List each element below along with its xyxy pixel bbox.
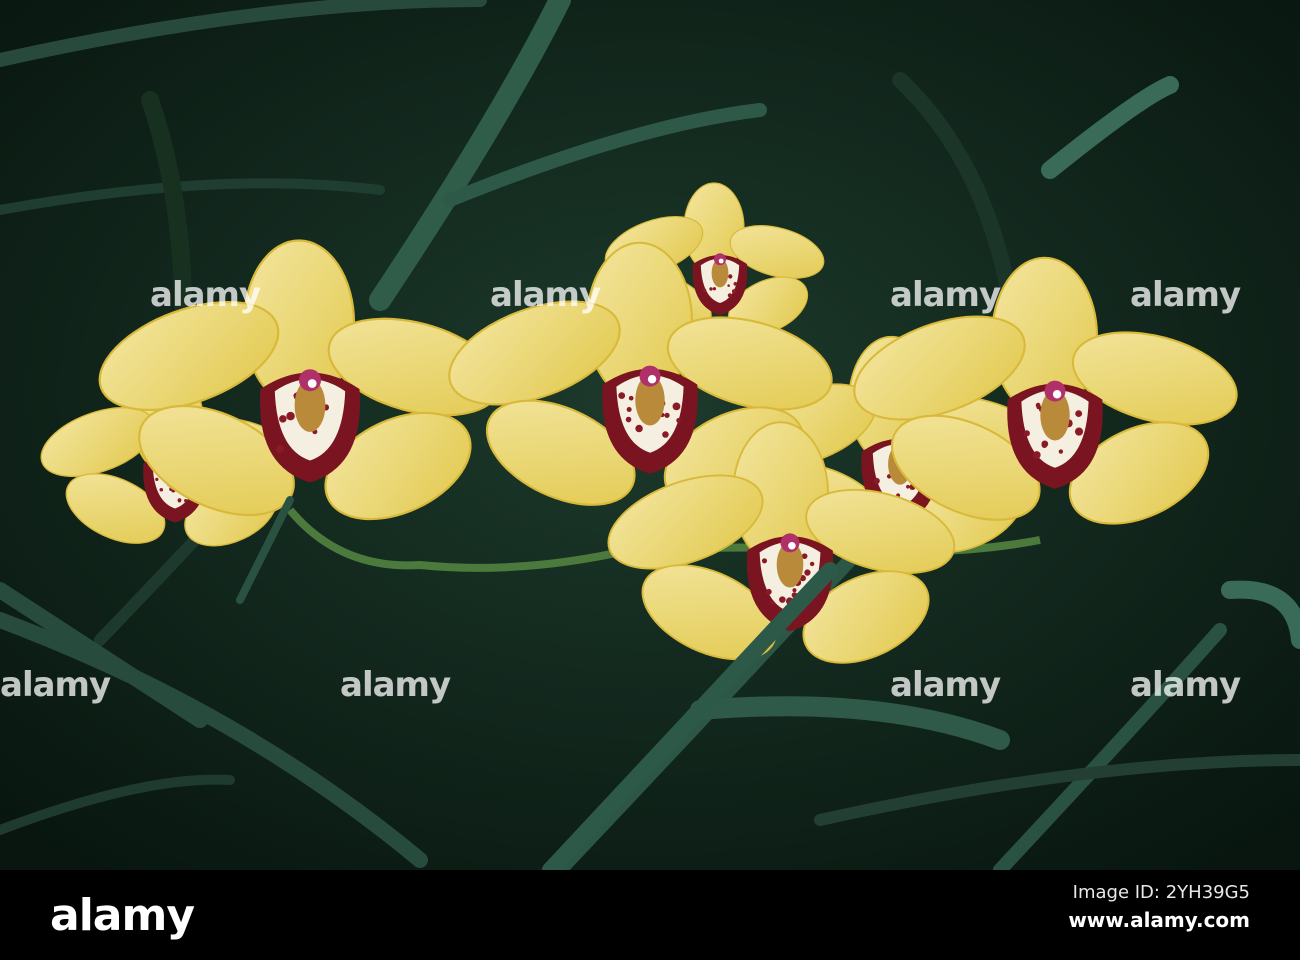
lip-spot xyxy=(1075,427,1083,435)
lip-spot xyxy=(664,413,669,418)
lip-spot xyxy=(792,588,796,592)
anther-highlight xyxy=(719,259,724,264)
lip-spot xyxy=(159,488,163,492)
lip-spot xyxy=(1033,451,1041,459)
lip-spot xyxy=(673,403,681,411)
lip-spot xyxy=(810,562,814,566)
lip-spot xyxy=(906,485,910,489)
footer-bar: alamy Image ID: 2YH39G5 www.alamy.com xyxy=(0,870,1300,960)
lip-spot xyxy=(779,596,786,603)
alamy-logo: alamy xyxy=(50,890,194,941)
lip-spot xyxy=(702,289,706,293)
lip-spot xyxy=(618,392,625,399)
lip-spot xyxy=(676,418,681,423)
lip-spot xyxy=(728,274,732,278)
alamy-watermark: alamy xyxy=(490,275,600,315)
anther-highlight xyxy=(1053,390,1061,398)
stock-photo-page: alamy alamy alamy alamy alamy alamy alamy alamy… xyxy=(0,0,1300,960)
alamy-watermark: alamy xyxy=(890,665,1000,705)
lip-spot xyxy=(635,425,642,432)
lip-spot xyxy=(1075,410,1082,417)
anther-highlight xyxy=(648,375,656,383)
alamy-watermark: alamy xyxy=(340,665,450,705)
lip-spot xyxy=(770,601,774,605)
lip-spot xyxy=(734,282,738,286)
lip-spot xyxy=(1042,442,1048,448)
lip-spot xyxy=(288,412,294,418)
lip-spot xyxy=(727,284,730,287)
lip-spot xyxy=(178,499,181,502)
lip-spot xyxy=(155,478,158,481)
lip-spot xyxy=(713,287,716,290)
lip-spot xyxy=(728,293,732,297)
lip-spot xyxy=(1036,405,1040,409)
lip-spot xyxy=(184,499,187,502)
lip-spot xyxy=(279,415,287,423)
anther-highlight xyxy=(788,542,796,550)
alamy-watermark: alamy xyxy=(0,665,110,705)
lip-spot xyxy=(1024,430,1030,436)
lip-spot xyxy=(762,558,767,563)
alamy-watermark: alamy xyxy=(1130,275,1240,315)
lip-spot xyxy=(276,445,284,453)
lip-spot xyxy=(732,289,736,293)
alamy-watermark: alamy xyxy=(150,275,260,315)
alamy-watermark: alamy xyxy=(890,275,1000,315)
anther-highlight xyxy=(308,379,317,388)
image-id: Image ID: 2YH39G5 xyxy=(1073,882,1250,903)
alamy-watermark: alamy xyxy=(1130,665,1240,705)
lip-spot xyxy=(874,478,880,484)
lip-spot xyxy=(709,287,712,290)
orchid-photo xyxy=(0,0,1300,870)
lip-spot xyxy=(1059,449,1063,453)
lip-spot xyxy=(627,407,632,412)
lip-spot xyxy=(766,589,772,595)
site-link[interactable]: www.alamy.com xyxy=(1068,908,1250,932)
lip-spot xyxy=(804,569,810,575)
lip-spot xyxy=(662,431,669,438)
lip-spot xyxy=(626,417,632,423)
lip-spot xyxy=(629,396,634,401)
